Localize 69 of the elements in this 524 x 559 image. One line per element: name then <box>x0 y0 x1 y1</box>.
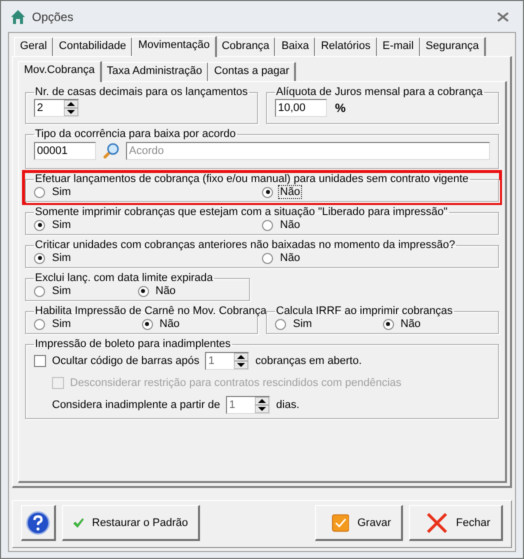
tab[interactable]: Taxa Administração <box>100 62 210 81</box>
radio-label[interactable]: Sim <box>50 251 73 265</box>
tab[interactable]: Relatórios <box>314 37 378 56</box>
radio-label[interactable]: Não <box>398 317 423 331</box>
code-field[interactable]: 00001 <box>34 142 96 160</box>
radio-button[interactable] <box>34 186 45 198</box>
help-icon <box>26 510 50 534</box>
checkbox[interactable] <box>34 355 46 367</box>
checkbox-label[interactable]: Ocultar código de barras após <box>52 355 200 367</box>
cross-icon <box>426 512 448 534</box>
help-button[interactable] <box>21 505 56 541</box>
radio-button[interactable] <box>34 252 45 264</box>
group-title: Habilita Impressão de Carnê no Mov. Cobrança <box>34 305 268 317</box>
group-title: Criticar unidades com cobranças anteriores não baixadas no momento da impressão? <box>34 239 456 251</box>
spin-arrows-icon <box>64 100 78 116</box>
spinner-field[interactable]: 2 <box>34 99 79 117</box>
suffix-label: dias. <box>276 399 300 411</box>
group-title: Nr. de casas decimais para os lançamentos <box>34 86 249 98</box>
radio-label[interactable]: Não <box>278 218 302 232</box>
radio-label[interactable]: Não <box>278 251 302 265</box>
radio-label[interactable]: Não <box>154 284 178 298</box>
tab[interactable]: Cobrança <box>216 37 276 56</box>
group-title: Tipo da ocorrência para baixa por acordo <box>34 128 237 140</box>
group-title: Efetuar lançamentos de cobrança (fixo e/ou manual) para unidades sem contrato vigente <box>34 173 470 185</box>
radio-button[interactable] <box>142 318 152 330</box>
radio-button[interactable] <box>382 318 394 330</box>
tab[interactable]: Contas a pagar <box>208 62 296 81</box>
radio-label[interactable]: Sim <box>50 218 73 232</box>
radio-label[interactable]: Não <box>158 317 182 331</box>
restore-button[interactable]: Restaurar o Padrão <box>62 505 200 541</box>
radio-label[interactable]: Sim <box>50 185 73 199</box>
close-button[interactable]: Fechar <box>409 505 503 541</box>
tab[interactable]: Baixa <box>275 37 316 56</box>
radio-label[interactable]: Sim <box>50 284 73 298</box>
group-title: Exclui lanç. com data limite expirada <box>34 272 214 284</box>
rate-field[interactable]: 10,00 <box>275 99 327 117</box>
search-icon[interactable] <box>102 142 120 160</box>
close-icon[interactable] <box>497 12 509 22</box>
description-field: Acordo <box>126 142 490 160</box>
radio-button[interactable] <box>34 286 45 296</box>
tab[interactable]: E-mail <box>376 37 421 56</box>
suffix-label: cobranças em aberto. <box>255 355 362 367</box>
tab[interactable]: Segurança <box>420 37 486 56</box>
spin-arrows-icon <box>234 353 248 369</box>
field-label: Considera inadimplente a partir de <box>52 399 220 411</box>
radio-label[interactable]: Não <box>278 185 302 199</box>
save-button[interactable]: Gravar <box>315 505 403 541</box>
radio-button[interactable] <box>138 286 148 296</box>
group-title: Alíquota de Juros mensal para a cobrança <box>275 86 484 98</box>
radio-label[interactable]: Sim <box>50 317 73 331</box>
window-title: Opções <box>32 10 74 24</box>
home-icon <box>10 8 26 24</box>
group-title: Impressão de boleto para inadimplentes <box>34 338 232 350</box>
radio-button[interactable] <box>34 318 45 330</box>
tab[interactable]: Contabilidade <box>52 37 134 56</box>
checkbox-icon <box>332 514 350 532</box>
radio-button[interactable] <box>262 186 273 198</box>
radio-button[interactable] <box>262 252 273 264</box>
radio-button[interactable] <box>262 220 273 230</box>
percent-sign: % <box>335 101 346 115</box>
radio-label[interactable]: Sim <box>291 317 314 331</box>
tab[interactable]: Movimentação <box>132 36 217 57</box>
radio-button[interactable] <box>275 318 286 330</box>
spin-arrows-icon <box>255 397 270 413</box>
radio-button[interactable] <box>34 220 45 230</box>
group-title: Calcula IRRF ao imprimir cobranças <box>275 305 454 317</box>
group-title: Somente imprimir cobranças que estejam com a situação "Liberado para impressão" <box>34 206 449 218</box>
tab[interactable]: Mov.Cobrança <box>18 61 102 82</box>
tab[interactable]: Geral <box>14 37 54 56</box>
